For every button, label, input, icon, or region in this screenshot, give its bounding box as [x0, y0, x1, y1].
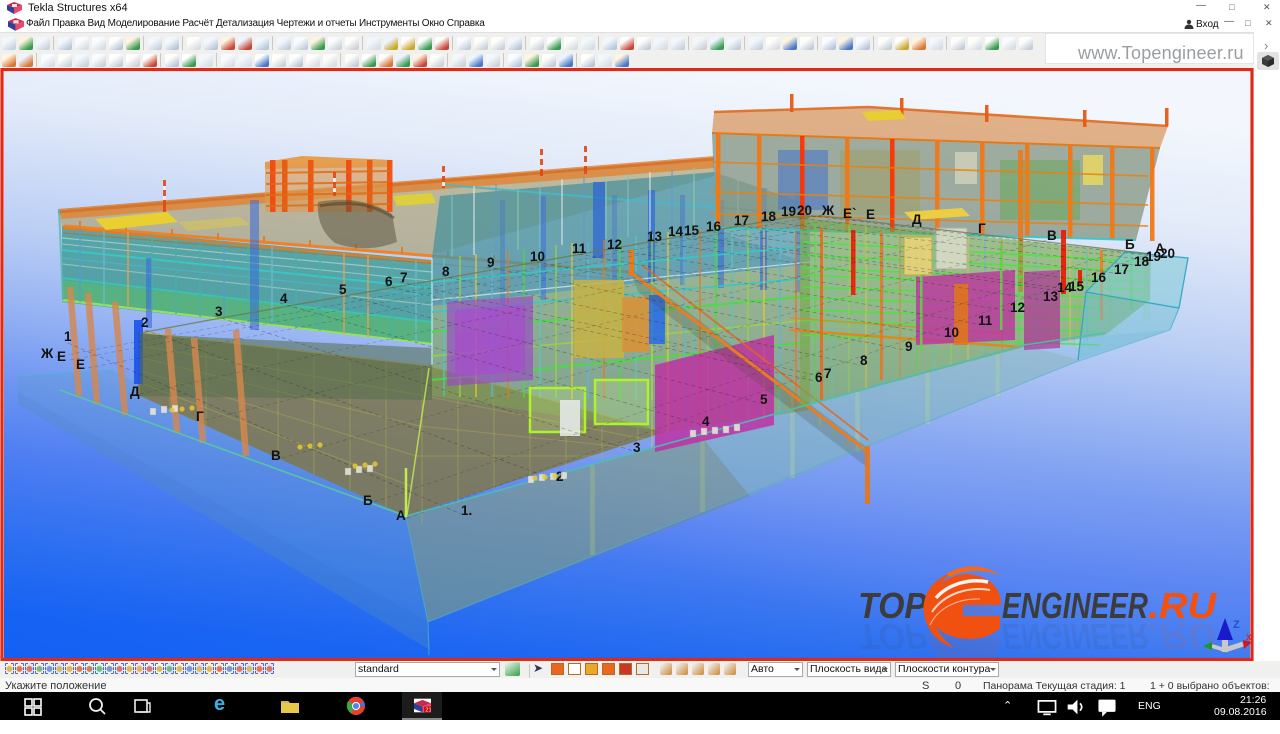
svg-text:.RU: .RU — [1148, 616, 1217, 657]
svg-text:13: 13 — [647, 229, 663, 244]
svg-text:В: В — [271, 448, 281, 463]
svg-text:4: 4 — [280, 291, 288, 306]
svg-text:9: 9 — [905, 339, 913, 354]
svg-text:20: 20 — [1160, 246, 1175, 261]
svg-text:11: 11 — [572, 241, 587, 256]
svg-text:Е`: Е` — [843, 206, 857, 221]
svg-text:Е: Е — [57, 349, 66, 364]
svg-text:1: 1 — [64, 329, 72, 344]
svg-text:ENGINEER: ENGINEER — [1002, 616, 1148, 657]
svg-text:11: 11 — [978, 313, 993, 328]
svg-text:8: 8 — [442, 264, 450, 279]
svg-text:7: 7 — [400, 270, 408, 285]
svg-text:Д: Д — [912, 212, 922, 227]
svg-text:10: 10 — [530, 249, 545, 264]
svg-text:Г: Г — [196, 409, 204, 424]
svg-text:17: 17 — [1114, 262, 1129, 277]
svg-text:TOP: TOP — [858, 616, 928, 657]
svg-text:21: 21 — [425, 708, 431, 713]
svg-text:Е: Е — [866, 207, 875, 222]
svg-text:А: А — [396, 508, 406, 523]
svg-text:Z: Z — [1233, 619, 1240, 631]
svg-text:9: 9 — [487, 255, 495, 270]
svg-text:Г: Г — [978, 221, 986, 236]
svg-text:20: 20 — [797, 203, 812, 218]
svg-text:1.: 1. — [461, 503, 472, 518]
svg-text:3: 3 — [215, 304, 223, 319]
svg-text:16: 16 — [1091, 270, 1107, 285]
svg-text:15: 15 — [684, 223, 700, 238]
svg-text:12: 12 — [607, 237, 622, 252]
svg-text:4: 4 — [702, 414, 710, 429]
svg-text:8: 8 — [860, 353, 868, 368]
svg-text:19: 19 — [781, 204, 796, 219]
svg-text:15: 15 — [1069, 279, 1085, 294]
svg-text:17: 17 — [734, 213, 749, 228]
svg-text:Д: Д — [130, 384, 140, 399]
svg-text:6: 6 — [385, 274, 393, 289]
svg-text:10: 10 — [944, 325, 959, 340]
svg-text:6: 6 — [815, 370, 823, 385]
svg-text:3: 3 — [633, 440, 641, 455]
svg-text:5: 5 — [339, 282, 347, 297]
svg-text:18: 18 — [761, 209, 777, 224]
svg-text:12: 12 — [1010, 300, 1025, 315]
svg-text:14: 14 — [668, 224, 684, 239]
svg-text:2: 2 — [141, 315, 149, 330]
svg-text:5: 5 — [760, 392, 768, 407]
svg-text:16: 16 — [706, 219, 722, 234]
svg-text:Ж: Ж — [40, 346, 54, 361]
svg-text:Е: Е — [76, 357, 85, 372]
svg-text:19: 19 — [1146, 249, 1161, 264]
svg-text:В: В — [1047, 228, 1057, 243]
svg-text:Б: Б — [363, 493, 373, 508]
svg-text:Ж: Ж — [821, 203, 835, 218]
svg-text:Б: Б — [1125, 237, 1135, 252]
svg-text:7: 7 — [824, 366, 832, 381]
